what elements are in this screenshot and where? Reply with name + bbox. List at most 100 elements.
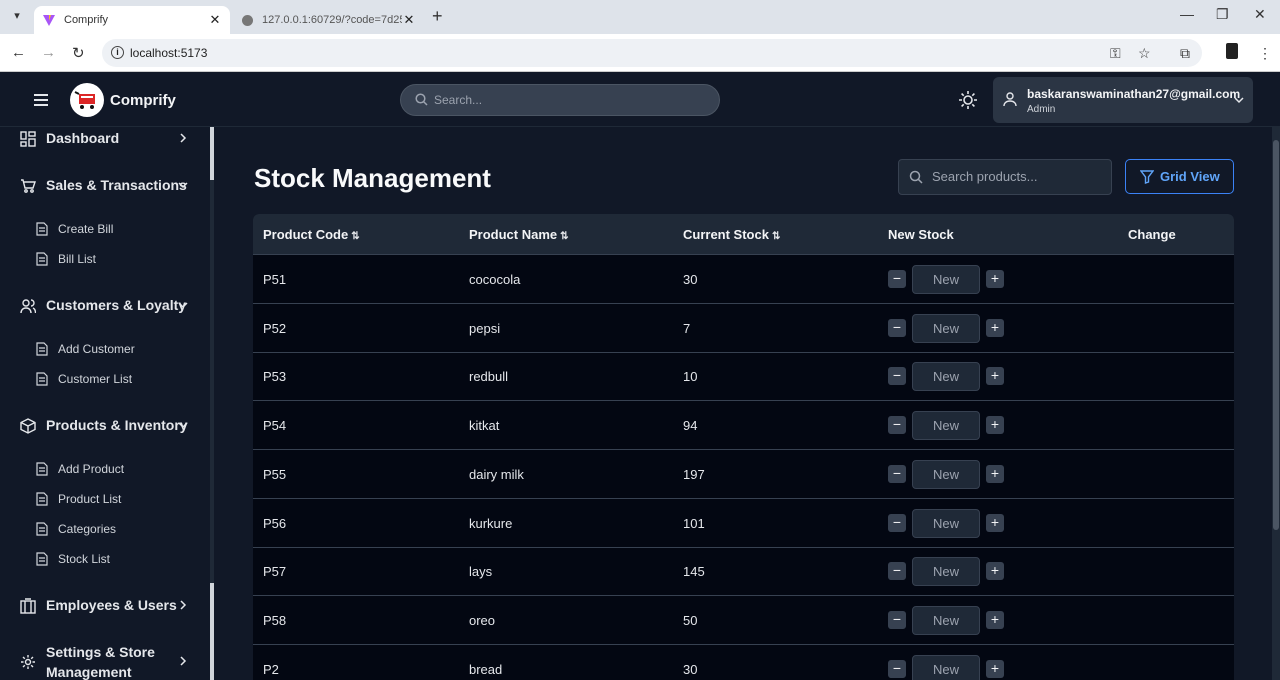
sidebar-item-add-customer[interactable]: Add Customer <box>36 342 135 356</box>
sidebar-item-customer-list[interactable]: Customer List <box>36 372 132 386</box>
tab-title: 127.0.0.1:60729/?code=7d2514 <box>262 14 402 26</box>
browser-tab-localhost[interactable]: 127.0.0.1:60729/?code=7d2514 ✕ <box>232 6 424 34</box>
grid-view-button[interactable]: Grid View <box>1125 159 1234 194</box>
sidebar-item-product-list[interactable]: Product List <box>36 492 121 506</box>
increment-button[interactable]: + <box>986 367 1004 386</box>
password-key-icon[interactable]: ⚿ <box>1110 45 1121 62</box>
decrement-button[interactable]: − <box>888 416 906 435</box>
sidebar-item-stock-list[interactable]: Stock List <box>36 552 110 566</box>
sidebar-item-dashboard[interactable]: Dashboard <box>20 130 187 147</box>
table-row: P55 dairy milk 197 − New + <box>253 450 1234 499</box>
sort-icon: ⇅ <box>771 231 781 242</box>
bookmark-star-icon[interactable]: ☆ <box>1138 45 1151 62</box>
settings-label-line2: Management <box>46 664 132 680</box>
column-header-current-stock[interactable]: Current Stock ⇅ <box>683 227 780 242</box>
chevron-down-icon <box>178 302 188 309</box>
tab-close-icon[interactable]: ✕ <box>402 12 416 28</box>
sidebar-item-products[interactable]: Products & Inventory <box>20 417 188 434</box>
new-stock-input[interactable]: New <box>912 605 980 635</box>
new-stock-input[interactable]: New <box>912 411 980 441</box>
building-icon <box>20 598 36 614</box>
sidebar-sub-label: Categories <box>58 522 117 536</box>
product-search-input[interactable]: Search products... <box>898 159 1112 195</box>
sidebar-item-categories[interactable]: Categories <box>36 522 116 536</box>
product-code-cell: P56 <box>263 515 287 531</box>
window-close-icon[interactable]: ✕ <box>1254 6 1266 23</box>
extensions-icon[interactable]: ⧉ <box>1180 45 1190 62</box>
sidebar-item-bill-list[interactable]: Bill List <box>36 252 96 266</box>
sidebar-item-sales[interactable]: Sales & Transactions <box>20 177 188 194</box>
decrement-button[interactable]: − <box>888 610 906 629</box>
decrement-button[interactable]: − <box>888 270 906 288</box>
new-stock-input[interactable]: New <box>912 362 980 392</box>
increment-button[interactable]: + <box>986 416 1004 435</box>
increment-button[interactable]: + <box>986 270 1004 288</box>
user-role: Admin <box>1027 104 1056 115</box>
url-field[interactable]: i localhost:5173 <box>102 39 1202 67</box>
reload-icon[interactable]: ↻ <box>72 44 85 62</box>
current-stock-cell: 30 <box>683 661 698 677</box>
user-menu[interactable]: baskaranswaminathan27@gmail.com Admin <box>993 77 1253 123</box>
new-stock-input[interactable]: New <box>912 459 980 489</box>
current-stock-cell: 145 <box>683 564 705 580</box>
new-stock-input[interactable]: New <box>912 265 980 294</box>
sidebar-item-add-product[interactable]: Add Product <box>36 462 124 476</box>
sidebar-sub-label: Add Product <box>58 462 125 476</box>
decrement-button[interactable]: − <box>888 659 906 678</box>
current-stock-cell: 94 <box>683 418 698 434</box>
chevron-down-icon <box>178 422 188 429</box>
browser-menu-icon[interactable]: ⋮ <box>1258 45 1272 62</box>
sidebar-label: Employees & Users <box>46 597 177 613</box>
sidebar-item-employees[interactable]: Employees & Users <box>20 597 187 614</box>
app-header: Comprify Search... baskaranswaminathan27… <box>0 73 1280 127</box>
new-stock-input[interactable]: New <box>912 654 980 680</box>
current-stock-cell: 50 <box>683 612 698 628</box>
sun-theme-toggle-icon[interactable] <box>958 90 978 115</box>
vite-favicon-icon <box>42 13 56 27</box>
increment-button[interactable]: + <box>986 659 1004 678</box>
column-header-product-name[interactable]: Product Name ⇅ <box>469 227 569 242</box>
header-search-input[interactable]: Search... <box>400 84 720 116</box>
sidebar-label: Settings & Store Management <box>46 642 155 680</box>
minimize-icon[interactable]: — <box>1180 6 1194 22</box>
page-title: Stock Management <box>254 163 491 193</box>
sidebar-item-create-bill[interactable]: Create Bill <box>36 222 113 236</box>
current-stock-cell: 7 <box>683 320 691 336</box>
forward-icon[interactable]: → <box>41 44 56 61</box>
product-name-cell: bread <box>469 661 503 677</box>
product-name-cell: lays <box>469 564 493 580</box>
maximize-icon[interactable]: ❐ <box>1216 6 1229 23</box>
hamburger-menu-icon[interactable] <box>34 94 48 109</box>
sidebar-item-customers[interactable]: Customers & Loyalty <box>20 297 188 314</box>
new-stock-input[interactable]: New <box>912 313 980 343</box>
decrement-button[interactable]: − <box>888 318 906 337</box>
decrement-button[interactable]: − <box>888 464 906 483</box>
site-info-icon[interactable]: i <box>111 46 124 59</box>
sidebar-item-settings[interactable]: Settings & Store Management <box>20 642 187 680</box>
tab-close-icon[interactable]: ✕ <box>208 12 222 28</box>
document-icon <box>36 492 48 506</box>
new-stock-input[interactable]: New <box>912 557 980 587</box>
sidebar-sub-label: Customer List <box>58 372 133 386</box>
increment-button[interactable]: + <box>986 513 1004 532</box>
increment-button[interactable]: + <box>986 610 1004 629</box>
increment-button[interactable]: + <box>986 464 1004 483</box>
sidebar-sub-label: Bill List <box>58 252 97 266</box>
decrement-button[interactable]: − <box>888 562 906 581</box>
profile-icon[interactable] <box>1226 43 1238 59</box>
browser-tab-comprify[interactable]: Comprify ✕ <box>34 6 230 34</box>
product-search-placeholder: Search products... <box>932 169 1038 184</box>
new-tab-icon[interactable]: + <box>432 6 443 27</box>
increment-button[interactable]: + <box>986 318 1004 337</box>
decrement-button[interactable]: − <box>888 367 906 386</box>
increment-button[interactable]: + <box>986 562 1004 581</box>
new-stock-input[interactable]: New <box>912 508 980 538</box>
decrement-button[interactable]: − <box>888 513 906 532</box>
tab-list-dropdown-icon[interactable]: ▾ <box>8 7 26 25</box>
back-icon[interactable]: ← <box>11 44 26 61</box>
current-stock-cell: 197 <box>683 466 705 482</box>
product-name-cell: cococola <box>469 272 521 287</box>
product-name-cell: oreo <box>469 612 496 628</box>
column-header-product-code[interactable]: Product Code ⇅ <box>263 227 360 242</box>
page-scrollbar-thumb[interactable] <box>1273 140 1279 530</box>
